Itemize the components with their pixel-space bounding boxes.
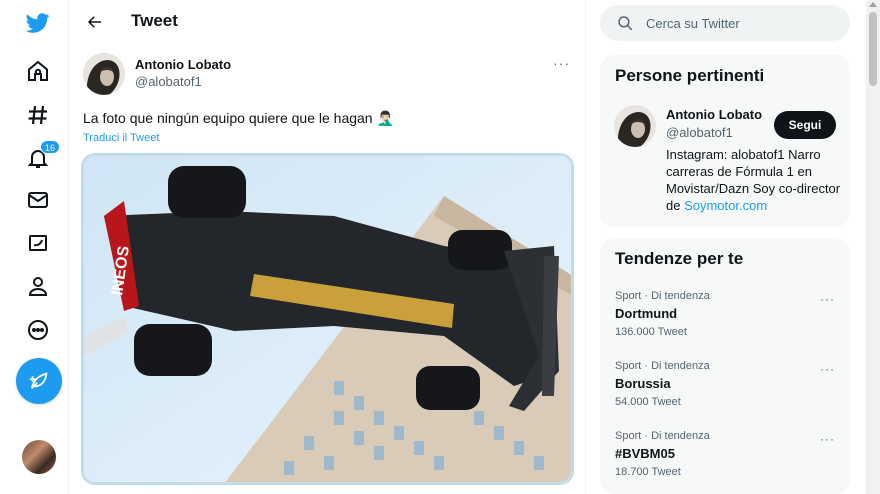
trend-item[interactable]: Sport · Di tendenza #BVBM05 18.700 Tweet [615, 430, 845, 478]
notifications-badge: 16 [40, 140, 61, 154]
search-input[interactable] [646, 5, 836, 41]
trend-more-icon[interactable]: ··· [820, 292, 835, 306]
messages-envelope-icon[interactable] [16, 178, 60, 222]
follow-button[interactable]: Segui [774, 111, 836, 139]
search-icon [616, 14, 634, 32]
twitter-logo-icon[interactable] [16, 1, 60, 45]
notifications-bell-icon[interactable]: 16 [16, 136, 61, 180]
trend-name: Dortmund [615, 306, 678, 321]
trend-context: Sport · Di tendenza [615, 360, 710, 372]
tweet-more-icon[interactable]: ··· [553, 55, 570, 71]
tweet-author-avatar[interactable] [83, 53, 125, 95]
trend-context: Sport · Di tendenza [615, 430, 710, 442]
tweet-text: La foto que ningún equipo quiere que le … [83, 110, 394, 126]
person-avatar[interactable] [614, 105, 656, 147]
trend-count: 18.700 Tweet [615, 466, 681, 478]
trend-count: 136.000 Tweet [615, 326, 687, 338]
relevant-people-title: Persone pertinenti [615, 66, 765, 85]
account-avatar[interactable] [22, 440, 56, 474]
explore-hashtag-icon[interactable] [16, 93, 60, 137]
trend-name: Borussia [615, 376, 671, 391]
home-icon[interactable] [16, 49, 60, 93]
trend-context: Sport · Di tendenza [615, 290, 710, 302]
back-arrow-icon[interactable] [79, 6, 111, 38]
page-title: Tweet [131, 11, 178, 30]
scrollbar-thumb[interactable] [869, 12, 877, 86]
trends-title: Tendenze per te [615, 249, 744, 268]
page-header: Tweet [69, 0, 587, 44]
person-handle[interactable]: @alobatof1 [666, 125, 733, 140]
trend-item[interactable]: Sport · Di tendenza Borussia 54.000 Twee… [615, 360, 845, 408]
tweet-author-handle[interactable]: @alobatof1 [135, 74, 202, 89]
search-box[interactable] [600, 5, 850, 41]
trend-count: 54.000 Tweet [615, 396, 681, 408]
tweet-author-name[interactable]: Antonio Lobato [135, 57, 231, 72]
scroll-up-arrow-icon[interactable] [869, 2, 877, 7]
twitter-blue-icon[interactable] [16, 221, 60, 265]
trend-name: #BVBM05 [615, 446, 675, 461]
person-bio: Instagram: alobatof1 Narro carreras de F… [666, 146, 846, 214]
trend-item[interactable]: Sport · Di tendenza Dortmund 136.000 Twe… [615, 290, 845, 338]
person-name[interactable]: Antonio Lobato [666, 107, 762, 122]
right-sidebar: Persone pertinenti Antonio Lobato @aloba… [600, 0, 852, 494]
main-column: Tweet Antonio Lobato @alobatof1 ··· La f… [68, 0, 586, 494]
compose-tweet-button[interactable] [16, 358, 62, 404]
tweet-media-image[interactable]: INEOS [83, 155, 572, 483]
profile-icon[interactable] [16, 264, 60, 308]
trend-more-icon[interactable]: ··· [820, 362, 835, 376]
page-scrollbar[interactable] [866, 0, 880, 494]
left-nav: 16 [0, 0, 78, 494]
more-options-icon[interactable] [16, 308, 60, 352]
person-bio-link[interactable]: Soymotor.com [684, 198, 767, 213]
translate-tweet-link[interactable]: Traduci il Tweet [83, 132, 159, 144]
trend-more-icon[interactable]: ··· [820, 432, 835, 446]
